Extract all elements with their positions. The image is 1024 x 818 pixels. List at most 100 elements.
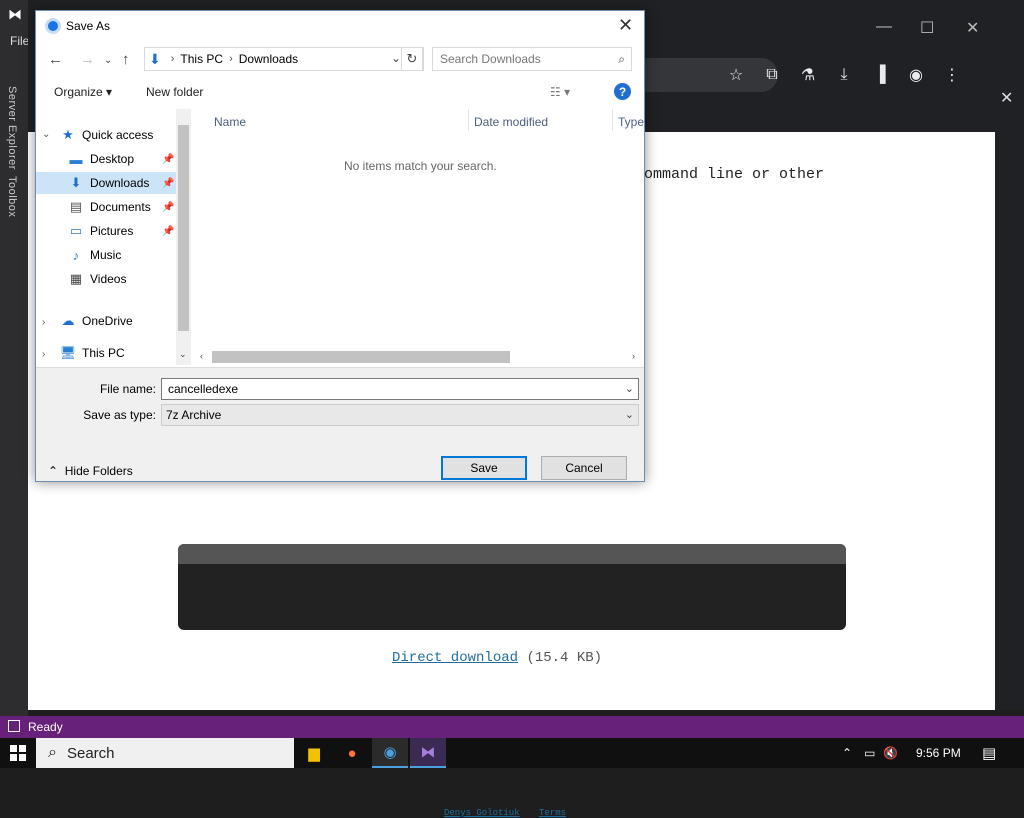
file-list: Name Date modified Type No items match y… [192, 109, 644, 349]
toolbox-tab[interactable]: Toolbox [6, 176, 18, 217]
nav-music[interactable]: ♪ Music [36, 244, 176, 266]
vs-side-strip: ⧓ File Server Explorer Toolbox [0, 0, 29, 716]
file-name-label: File name: [99, 382, 156, 396]
status-text: Ready [28, 720, 63, 734]
music-icon: ♪ [72, 247, 80, 263]
help-icon[interactable]: ? [614, 83, 631, 100]
pin-icon: 📌 [162, 201, 175, 213]
download-icon: ⬇ [70, 175, 82, 190]
nav-quick-access[interactable]: ★ Quick access [60, 124, 176, 146]
windows-logo-icon [10, 745, 26, 761]
download-size: (15.4 KB) [526, 650, 603, 666]
extensions-icon[interactable]: ⧉ [754, 62, 790, 88]
chevron-down-icon[interactable]: ⌄ [625, 408, 634, 421]
terms-link[interactable]: Terms [539, 808, 566, 818]
search-icon: ⌕ [48, 744, 57, 761]
navigation-bar: ← → ⌄ ↑ ⬇ › This PC › Downloads ⌄ ↻ Sear… [36, 45, 644, 75]
save-as-type-select[interactable]: 7z Archive ⌄ [161, 404, 639, 426]
taskbar-search[interactable]: ⌕ Search [36, 738, 294, 768]
empty-message: No items match your search. [344, 159, 497, 173]
volume-muted-icon[interactable]: 🔇 [883, 746, 898, 760]
nav-documents[interactable]: ▤ Documents 📌 [36, 196, 176, 218]
author-link[interactable]: Denys Golotiuk [444, 808, 520, 818]
scroll-down-icon[interactable]: ⌄ [179, 349, 187, 360]
minimize-icon[interactable]: — [876, 18, 892, 36]
direct-download-link[interactable]: Direct download [392, 650, 518, 666]
chrome-icon[interactable]: ◉ [372, 738, 408, 768]
download-line: Direct download (15.4 KB) [392, 650, 602, 666]
collapse-chevron-icon[interactable]: ⌄ [42, 129, 50, 140]
side-panel-icon[interactable]: ▐ [862, 62, 898, 88]
file-explorer-icon[interactable]: ▆ [296, 738, 332, 768]
command-bar: Organize ▾ New folder ☷ ▾ ? [36, 79, 644, 107]
save-button[interactable]: Save [441, 456, 527, 480]
search-placeholder: Search Downloads [440, 52, 541, 66]
up-arrow-icon[interactable]: ↑ [122, 51, 130, 68]
refresh-icon[interactable]: ↻ [401, 47, 423, 71]
start-button[interactable] [0, 738, 36, 768]
breadcrumb-downloads[interactable]: Downloads [239, 52, 298, 66]
organize-button[interactable]: Organize ▾ [54, 85, 112, 99]
notification-icon[interactable]: ▤ [982, 744, 996, 762]
navigation-pane: ⌄ ★ Quick access ▬ Desktop 📌 ⬇ Downloads… [36, 109, 192, 365]
download-icon[interactable]: ⤓ [826, 62, 862, 88]
document-icon: ▤ [69, 199, 83, 214]
new-folder-button[interactable]: New folder [146, 85, 203, 99]
labs-flask-icon[interactable]: ⚗ [790, 62, 826, 88]
nav-this-pc[interactable]: 🖥 This PC [60, 342, 176, 364]
nav-downloads[interactable]: ⬇ Downloads 📌 [36, 172, 176, 194]
window-close-icon[interactable]: ✕ [966, 18, 979, 38]
column-date-modified[interactable]: Date modified [474, 115, 548, 129]
scroll-left-icon[interactable]: ‹ [200, 351, 203, 361]
nav-pictures[interactable]: ▭ Pictures 📌 [36, 220, 176, 242]
taskbar: ⌕ Search ▆ ● ◉ ⧓ ⌃ ▭ 🔇 9:56 PM ▤ [0, 738, 1024, 768]
hide-folders-button[interactable]: ⌃ Hide Folders [48, 464, 133, 478]
status-icon [8, 720, 20, 732]
bookmark-star-icon[interactable]: ☆ [718, 62, 754, 88]
nav-onedrive[interactable]: ☁ OneDrive [60, 310, 176, 332]
file-name-field[interactable]: cancelledexe ⌄ [161, 378, 639, 400]
star-icon: ★ [62, 127, 74, 142]
network-icon[interactable]: ▭ [864, 746, 875, 760]
visual-studio-icon[interactable]: ⧓ [410, 738, 446, 768]
search-icon: ⌕ [618, 52, 625, 66]
save-as-dialog: Save As ✕ ← → ⌄ ↑ ⬇ › This PC › Download… [35, 10, 645, 482]
chevron-down-icon[interactable]: ⌄ [625, 382, 634, 395]
column-name[interactable]: Name [214, 115, 246, 129]
desktop-icon: ▬ [69, 151, 83, 167]
pin-icon: 📌 [162, 225, 175, 237]
chevron-up-icon[interactable]: ⌃ [842, 746, 852, 760]
nav-videos[interactable]: ▦ Videos [36, 268, 176, 290]
nav-desktop[interactable]: ▬ Desktop 📌 [36, 148, 176, 170]
view-options-icon[interactable]: ☷ ▾ [550, 85, 570, 99]
nav-pane-scrollbar[interactable]: ⌄ [176, 109, 191, 365]
menu-kebab-icon[interactable]: ⋮ [934, 62, 970, 88]
server-explorer-tab[interactable]: Server Explorer [6, 86, 18, 170]
recent-locations-chevron-icon[interactable]: ⌄ [104, 55, 112, 66]
expand-chevron-icon[interactable]: › [42, 349, 45, 360]
profile-avatar-icon[interactable]: ◉ [898, 62, 934, 88]
scroll-right-icon[interactable]: › [632, 351, 635, 361]
back-arrow-icon[interactable]: ← [48, 51, 63, 68]
search-downloads-input[interactable]: Search Downloads ⌕ [432, 47, 632, 71]
video-icon: ▦ [69, 271, 83, 286]
file-menu[interactable]: File [10, 34, 29, 48]
system-tray: ⌃ ▭ 🔇 [842, 738, 898, 768]
panel-close-icon[interactable]: ✕ [1000, 88, 1013, 108]
expand-chevron-icon[interactable]: › [42, 317, 45, 328]
address-dropdown-icon[interactable]: ⌄ [391, 51, 401, 65]
breadcrumb[interactable]: ⬇ › This PC › Downloads ⌄ [144, 47, 424, 71]
cancel-button[interactable]: Cancel [541, 456, 627, 480]
breadcrumb-this-pc[interactable]: This PC [180, 52, 223, 66]
firefox-icon[interactable]: ● [334, 738, 370, 768]
file-list-hscrollbar[interactable]: ‹ › [192, 349, 644, 365]
dialog-close-icon[interactable]: ✕ [618, 15, 633, 36]
code-block [178, 544, 846, 630]
column-type[interactable]: Type [618, 115, 644, 129]
maximize-icon[interactable]: ☐ [920, 18, 934, 38]
page-text: ommand line or other [644, 166, 825, 183]
forward-arrow-icon[interactable]: → [80, 51, 95, 68]
clock[interactable]: 9:56 PM [916, 746, 961, 760]
pin-icon: 📌 [162, 153, 175, 165]
chrome-icon [45, 18, 61, 34]
